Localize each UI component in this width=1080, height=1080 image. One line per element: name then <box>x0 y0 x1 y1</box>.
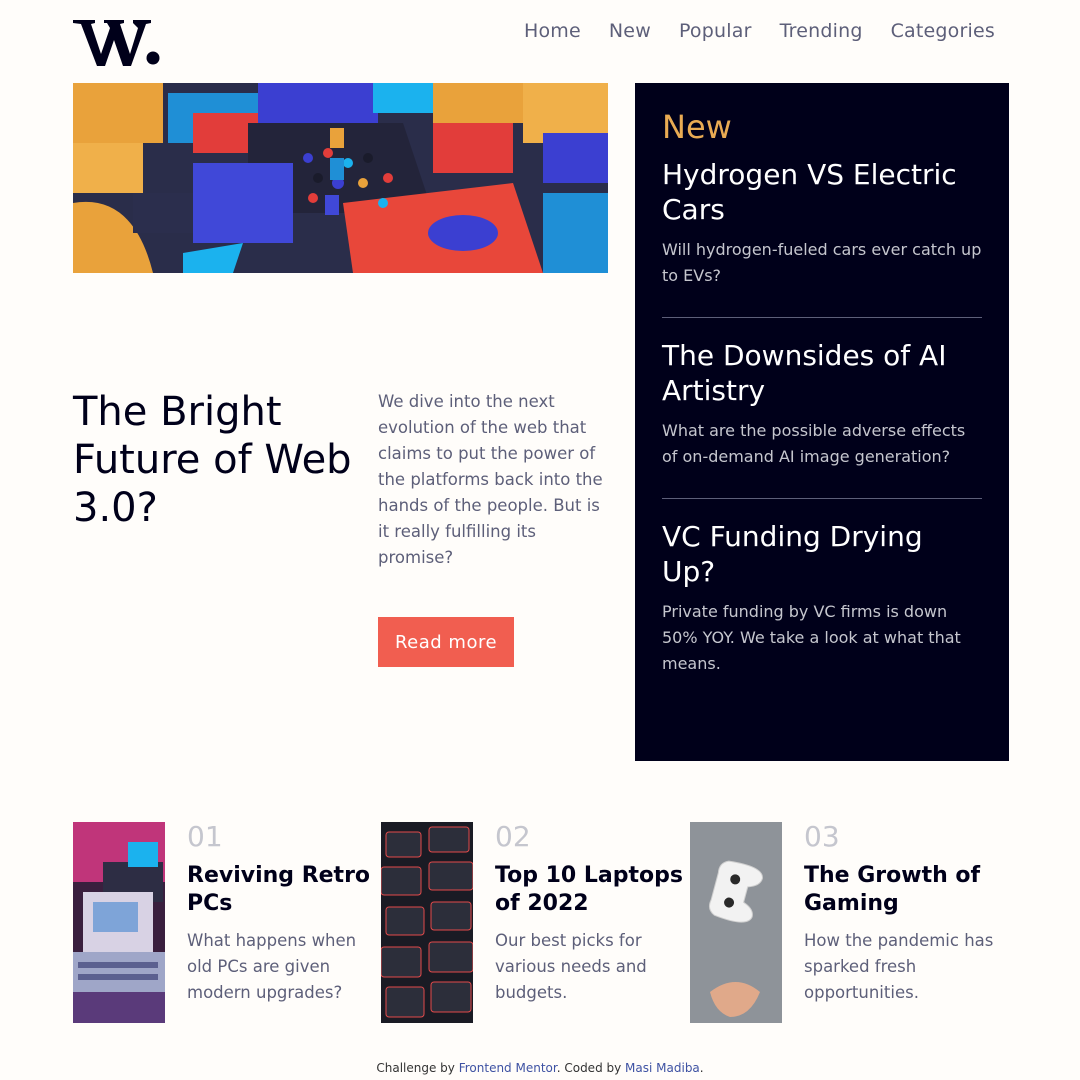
card-title[interactable]: The Growth of Gaming <box>804 862 1004 918</box>
new-article-summary: What are the possible adverse effects of… <box>662 421 966 466</box>
new-article-summary: Will hydrogen-fueled cars ever catch up … <box>662 240 982 285</box>
footer-middle: . Coded by <box>556 1061 626 1075</box>
card-title[interactable]: Top 10 Laptops of 2022 <box>495 862 695 918</box>
article-card: 01 Reviving Retro PCs What happens when … <box>73 820 373 1023</box>
nav-new[interactable]: New <box>609 20 651 42</box>
nav-trending[interactable]: Trending <box>780 20 863 42</box>
card-number: 02 <box>495 820 531 853</box>
card-summary: What happens when old PCs are given mode… <box>187 931 357 1002</box>
laptop-keyboard-image <box>381 822 473 1023</box>
hero-image <box>73 83 608 273</box>
attribution-footer: Challenge by Frontend Mentor. Coded by M… <box>0 1061 1080 1075</box>
footer-prefix: Challenge by <box>376 1061 459 1075</box>
divider <box>662 498 982 499</box>
new-articles-panel: New Hydrogen VS Electric Cars Will hydro… <box>635 83 1009 761</box>
author-link[interactable]: Masi Madiba <box>625 1061 700 1075</box>
card-title[interactable]: Reviving Retro PCs <box>187 862 387 918</box>
article-card: 02 Top 10 Laptops of 2022 Our best picks… <box>381 820 683 1023</box>
footer-suffix: . <box>699 1061 704 1075</box>
site-logo[interactable] <box>73 14 163 70</box>
hero-title: The Bright Future of Web 3.0? <box>73 389 352 531</box>
new-article-title[interactable]: VC Funding Drying Up? <box>662 519 982 589</box>
card-number: 03 <box>804 820 840 853</box>
new-article-title[interactable]: Hydrogen VS Electric Cars <box>662 157 982 227</box>
article-card: 03 The Growth of Gaming How the pandemic… <box>690 820 993 1023</box>
divider <box>662 317 982 318</box>
nav-categories[interactable]: Categories <box>891 20 995 42</box>
new-article-item[interactable]: Hydrogen VS Electric Cars Will hydrogen-… <box>662 157 982 289</box>
nav-home[interactable]: Home <box>524 20 581 42</box>
card-number: 01 <box>187 820 223 853</box>
gaming-controller-image <box>690 822 782 1023</box>
card-summary: How the pandemic has sparked fresh oppor… <box>804 931 994 1002</box>
read-more-button[interactable]: Read more <box>378 617 514 667</box>
new-article-title[interactable]: The Downsides of AI Artistry <box>662 338 982 408</box>
frontend-mentor-link[interactable]: Frontend Mentor <box>459 1061 557 1075</box>
card-summary: Our best picks for various needs and bud… <box>495 931 647 1002</box>
new-panel-heading: New <box>662 108 732 146</box>
main-nav: Home New Popular Trending Categories <box>524 20 995 42</box>
new-article-summary: Private funding by VC firms is down 50% … <box>662 602 961 673</box>
new-article-item[interactable]: VC Funding Drying Up? Private funding by… <box>662 519 982 677</box>
nav-popular[interactable]: Popular <box>679 20 752 42</box>
new-article-item[interactable]: The Downsides of AI Artistry What are th… <box>662 338 982 470</box>
retro-pc-image <box>73 822 165 1023</box>
logo-w-icon <box>73 20 160 66</box>
hero-description: We dive into the next evolution of the w… <box>378 392 603 567</box>
